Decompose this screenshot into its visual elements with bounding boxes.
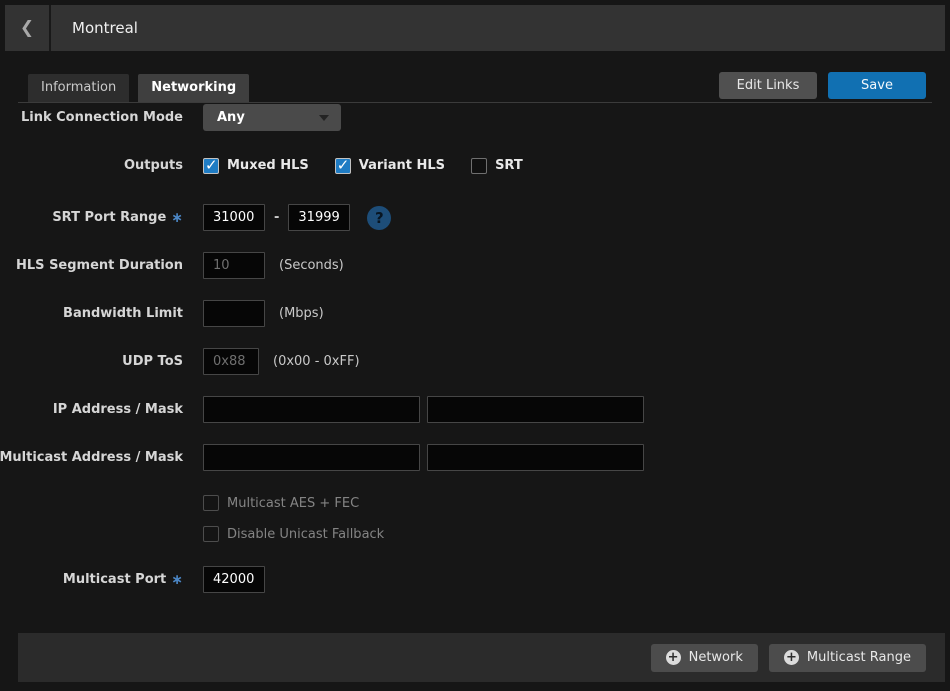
multicast-port-input[interactable]: [203, 566, 265, 593]
ip-mask-input[interactable]: [427, 396, 644, 423]
row-multicast-aes-fec: Multicast AES + FEC: [203, 495, 950, 513]
link-connection-mode-select[interactable]: Any: [203, 104, 341, 131]
row-bandwidth-limit: Bandwidth Limit (Mbps): [0, 300, 950, 327]
row-hls-segment-duration: HLS Segment Duration (Seconds): [0, 252, 950, 279]
checkbox-icon: [471, 158, 487, 174]
row-ip-address-mask: IP Address / Mask: [0, 396, 950, 423]
mbps-hint: (Mbps): [279, 306, 324, 321]
multicast-port-label: Multicast Port ∗: [0, 572, 183, 588]
hls-segment-duration-input[interactable]: [203, 252, 265, 279]
checkbox-label: Multicast AES + FEC: [227, 496, 359, 511]
toolbar-actions: Edit Links Save: [719, 72, 932, 102]
tab-bar: Information Networking: [28, 74, 249, 102]
range-separator: -: [274, 210, 279, 225]
back-chevron-icon: ❮: [20, 18, 34, 38]
link-connection-mode-label: Link Connection Mode: [0, 110, 183, 125]
ip-address-input[interactable]: [203, 396, 420, 423]
footer-bar: + Network + Multicast Range: [18, 633, 945, 682]
save-button[interactable]: Save: [828, 72, 926, 99]
edit-links-button[interactable]: Edit Links: [719, 72, 817, 99]
hls-segment-duration-label: HLS Segment Duration: [0, 258, 183, 273]
select-value: Any: [217, 110, 245, 125]
row-srt-port-range: SRT Port Range ∗ - ?: [0, 204, 950, 231]
multicast-address-mask-label: Multicast Address / Mask: [0, 450, 183, 465]
row-multicast-port: Multicast Port ∗: [0, 566, 950, 593]
required-icon: ∗: [171, 210, 183, 226]
srt-port-from-input[interactable]: [203, 204, 265, 231]
checkbox-label: SRT: [495, 158, 523, 173]
checkbox-icon: [203, 158, 219, 174]
checkbox-label: Variant HLS: [359, 158, 445, 173]
checkbox-icon: [335, 158, 351, 174]
add-network-button[interactable]: + Network: [651, 644, 758, 672]
row-multicast-address-mask: Multicast Address / Mask: [0, 444, 950, 471]
page-title: Montreal: [51, 5, 138, 51]
multicast-aes-fec-checkbox[interactable]: Multicast AES + FEC: [203, 495, 950, 511]
outputs-group: Muxed HLS Variant HLS SRT: [203, 158, 523, 174]
output-srt-checkbox[interactable]: SRT: [471, 158, 523, 174]
add-multicast-range-label: Multicast Range: [807, 650, 911, 665]
srt-port-to-input[interactable]: [288, 204, 350, 231]
multicast-address-input[interactable]: [203, 444, 420, 471]
row-disable-unicast-fallback: Disable Unicast Fallback: [203, 526, 950, 544]
row-outputs: Outputs Muxed HLS Variant HLS SRT: [0, 152, 950, 179]
outputs-label: Outputs: [0, 158, 183, 173]
ip-address-mask-label: IP Address / Mask: [0, 402, 183, 417]
add-multicast-range-button[interactable]: + Multicast Range: [769, 644, 926, 672]
plus-icon: +: [666, 650, 681, 665]
output-muxed-hls-checkbox[interactable]: Muxed HLS: [203, 158, 309, 174]
row-link-connection-mode: Link Connection Mode Any: [0, 104, 950, 131]
header: ❮ Montreal: [5, 5, 945, 51]
srt-port-range-label: SRT Port Range ∗: [0, 210, 183, 226]
required-icon: ∗: [171, 572, 183, 588]
disable-unicast-fallback-checkbox[interactable]: Disable Unicast Fallback: [203, 526, 950, 542]
checkbox-icon: [203, 495, 219, 511]
toolbar: Information Networking Edit Links Save: [18, 73, 932, 103]
networking-form: Link Connection Mode Any Outputs Muxed H…: [0, 104, 950, 614]
udp-tos-input[interactable]: [203, 348, 259, 375]
help-icon[interactable]: ?: [367, 206, 391, 230]
seconds-hint: (Seconds): [279, 258, 344, 273]
checkbox-label: Muxed HLS: [227, 158, 309, 173]
checkbox-icon: [203, 526, 219, 542]
tab-networking[interactable]: Networking: [138, 74, 249, 102]
row-udp-tos: UDP ToS (0x00 - 0xFF): [0, 348, 950, 375]
multicast-mask-input[interactable]: [427, 444, 644, 471]
add-network-label: Network: [689, 650, 743, 665]
plus-icon: +: [784, 650, 799, 665]
checkbox-label: Disable Unicast Fallback: [227, 527, 384, 542]
tos-range-hint: (0x00 - 0xFF): [273, 354, 360, 369]
chevron-down-icon: [319, 115, 329, 121]
tab-information[interactable]: Information: [28, 74, 129, 102]
bandwidth-limit-label: Bandwidth Limit: [0, 306, 183, 321]
bandwidth-limit-input[interactable]: [203, 300, 265, 327]
output-variant-hls-checkbox[interactable]: Variant HLS: [335, 158, 445, 174]
back-button[interactable]: ❮: [5, 5, 51, 51]
udp-tos-label: UDP ToS: [0, 354, 183, 369]
